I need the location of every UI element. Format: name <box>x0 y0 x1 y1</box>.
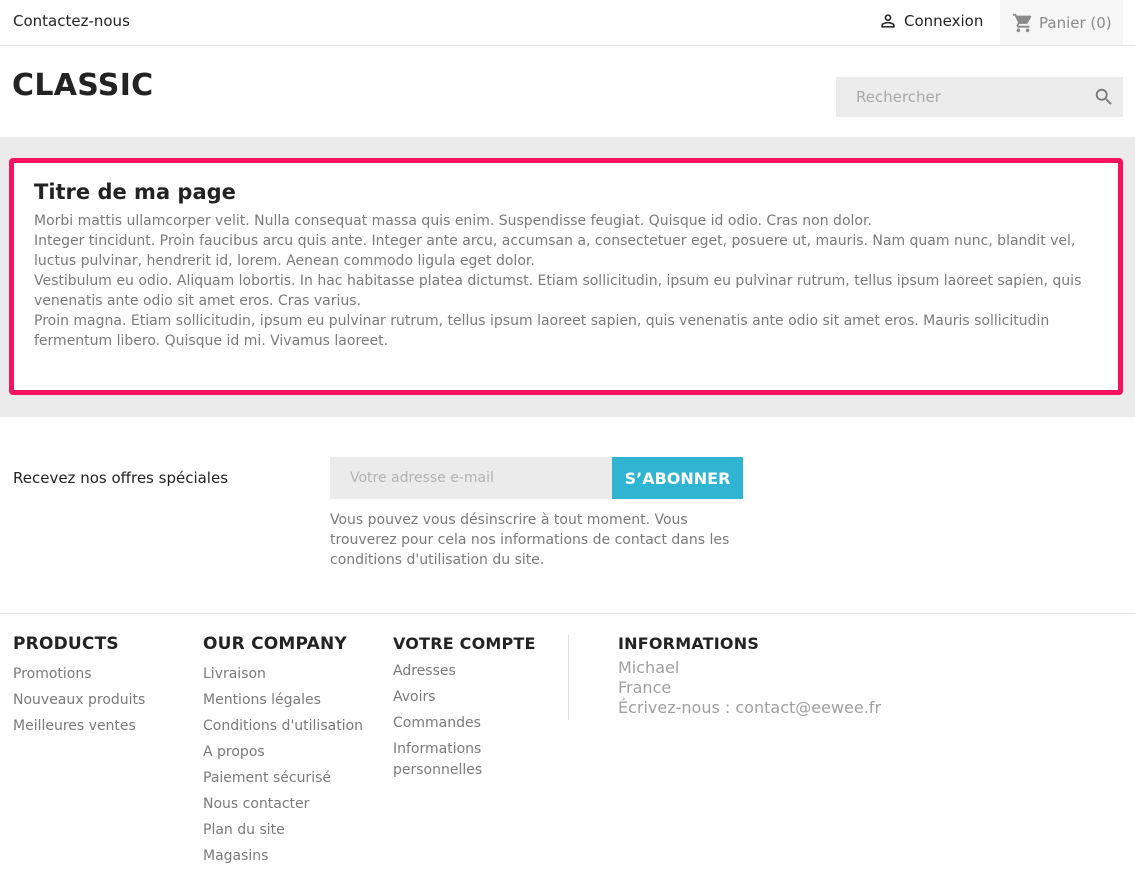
footer-link-about[interactable]: A propos <box>203 739 363 765</box>
store-country: France <box>618 678 672 697</box>
cart-button[interactable]: Panier (0) <box>1000 0 1123 45</box>
footer-company: OUR COMPANY Livraison Mentions légales C… <box>203 634 363 869</box>
footer-link-credit-slips[interactable]: Avoirs <box>393 684 543 710</box>
search-box <box>836 77 1123 117</box>
footer-link-contact[interactable]: Nous contacter <box>203 791 363 817</box>
newsletter-email-input[interactable] <box>330 457 612 499</box>
newsletter-label: Recevez nos offres spéciales <box>13 469 229 487</box>
footer-info-title: INFORMATIONS <box>618 634 760 653</box>
footer-link-promotions[interactable]: Promotions <box>13 661 145 687</box>
login-label: Connexion <box>904 12 984 30</box>
footer-link-personal-info[interactable]: Informations personnelles <box>393 736 543 781</box>
footer-link-delivery[interactable]: Livraison <box>203 661 363 687</box>
footer-link-new-products[interactable]: Nouveaux produits <box>13 687 145 713</box>
site-header: CLASSIC <box>0 46 1135 137</box>
footer-link-secure-payment[interactable]: Paiement sécurisé <box>203 765 363 791</box>
footer-info: INFORMATIONS Michael France Écrivez-nous… <box>618 634 881 718</box>
subscribe-button[interactable]: S’ABONNER <box>612 457 743 499</box>
cart-label: Panier (0) <box>1039 13 1112 32</box>
store-email[interactable]: Écrivez-nous : contact@eewee.fr <box>618 698 881 718</box>
top-nav: Contactez-nous Connexion Panier (0) <box>0 0 1135 46</box>
cms-paragraph: Integer tincidunt. Proin faucibus arcu q… <box>34 233 1076 269</box>
footer-vertical-divider <box>568 635 569 720</box>
footer-company-title: OUR COMPANY <box>203 634 347 654</box>
footer-products-title: PRODUCTS <box>13 634 119 654</box>
cms-content-box: Titre de ma page Morbi mattis ullamcorpe… <box>9 158 1123 395</box>
cart-icon <box>1012 13 1032 32</box>
footer-link-best-sellers[interactable]: Meilleures ventes <box>13 713 145 739</box>
content-wrapper: Titre de ma page Morbi mattis ullamcorpe… <box>0 137 1135 417</box>
footer-link-stores[interactable]: Magasins <box>203 843 363 869</box>
newsletter-note: Vous pouvez vous désinscrire à tout mome… <box>330 512 730 568</box>
cms-paragraph: Morbi mattis ullamcorper velit. Nulla co… <box>34 213 872 229</box>
footer-link-addresses[interactable]: Adresses <box>393 658 543 684</box>
search-input[interactable] <box>836 77 1086 117</box>
cms-paragraph: Vestibulum eu odio. Aliquam lobortis. In… <box>34 273 1082 309</box>
logo[interactable]: CLASSIC <box>12 68 154 103</box>
contact-link[interactable]: Contactez-nous <box>13 12 130 30</box>
cms-paragraph: Proin magna. Etiam sollicitudin, ipsum e… <box>34 313 1050 349</box>
search-icon[interactable] <box>1093 86 1115 108</box>
footer-products: PRODUCTS Promotions Nouveaux produits Me… <box>13 634 145 739</box>
footer-link-orders[interactable]: Commandes <box>393 710 543 736</box>
user-icon <box>881 14 895 28</box>
store-name: Michael <box>618 658 680 677</box>
footer-link-terms[interactable]: Conditions d'utilisation <box>203 713 363 739</box>
footer-divider <box>0 613 1135 614</box>
footer-account-title: VOTRE COMPTE <box>393 634 536 653</box>
login-link[interactable]: Connexion <box>878 11 983 31</box>
footer-link-legal[interactable]: Mentions légales <box>203 687 363 713</box>
page-title: Titre de ma page <box>34 180 236 204</box>
footer-account: VOTRE COMPTE Adresses Avoirs Commandes I… <box>393 634 543 781</box>
footer-link-sitemap[interactable]: Plan du site <box>203 817 363 843</box>
